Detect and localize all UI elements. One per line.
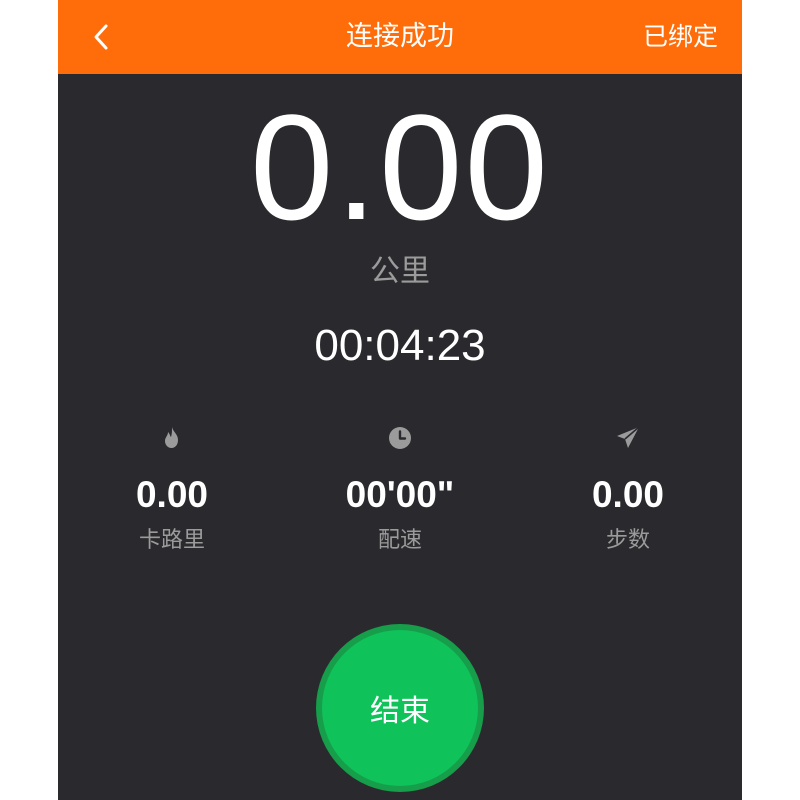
distance-value: 0.00 [250,83,550,251]
top-bar: 连接成功 已绑定 [58,0,742,74]
calories-value: 0.00 [135,474,208,515]
chevron-left-icon [94,24,108,50]
page-title: 连接成功 [346,21,454,52]
back-button[interactable] [84,20,118,54]
stats-row: 0.00 卡路里 00'00" 配速 0.00 步数 [58,424,742,574]
elapsed-time: 00:04:23 [314,321,486,370]
clock-icon [389,427,411,449]
pace-label: 配速 [377,528,422,553]
flame-icon [165,427,178,448]
stat-pace: 00'00" 配速 [286,424,514,556]
distance-unit: 公里 [370,254,430,289]
calories-label: 卡路里 [138,528,205,553]
stat-steps: 0.00 步数 [514,424,742,556]
bound-status-button[interactable]: 已绑定 [643,0,718,74]
pace-value: 00'00" [345,474,455,515]
end-button[interactable]: 结束 [322,630,478,786]
stat-calories: 0.00 卡路里 [58,424,286,556]
steps-value: 0.00 [591,474,664,515]
paper-plane-icon [617,426,640,448]
steps-label: 步数 [605,528,650,553]
workout-screen: 连接成功 已绑定 0.00 公里 00:04:23 0.00 卡路里 00'00… [58,0,742,800]
